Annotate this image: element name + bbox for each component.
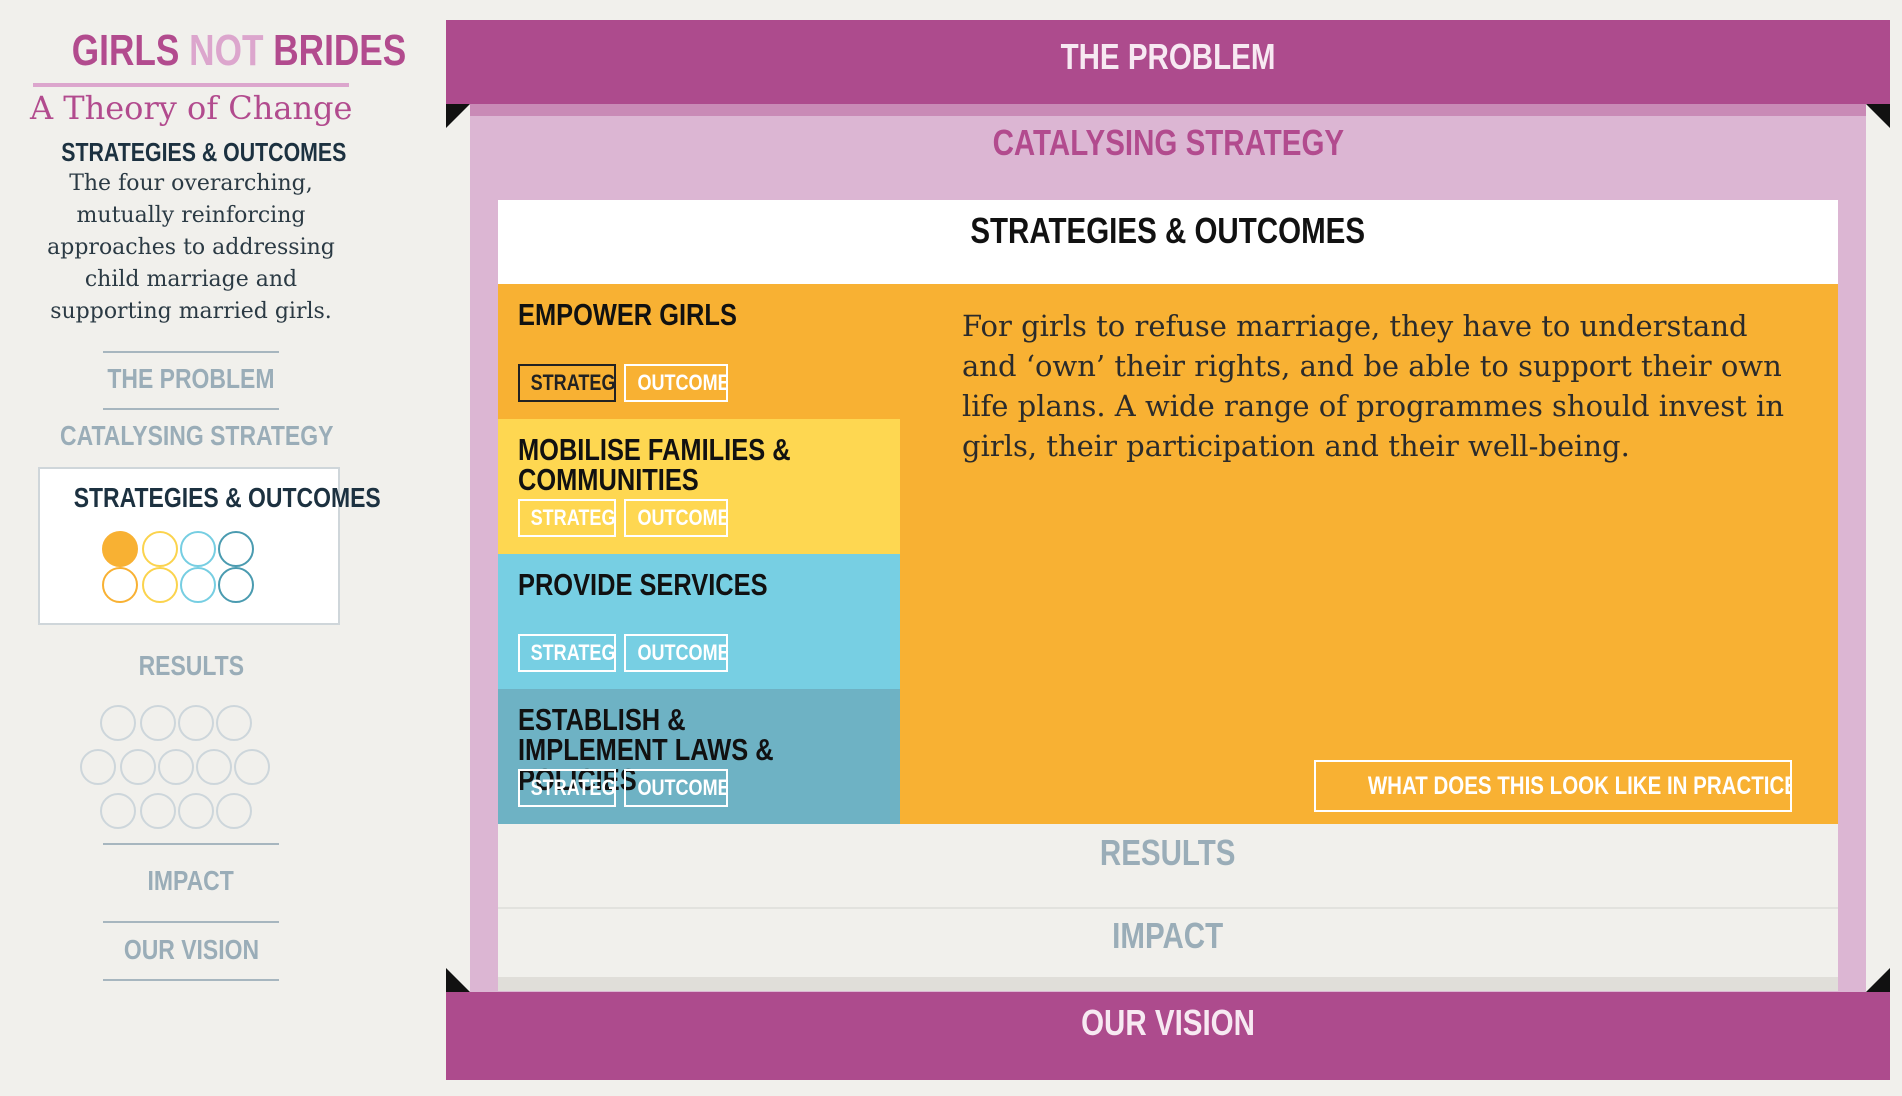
- sidebar-divider: [103, 351, 279, 353]
- sidebar-description: The four overarching, mutually reinforci…: [47, 171, 335, 324]
- strategy-title: EMPOWER GIRLS: [518, 297, 737, 332]
- fold-corner: [446, 104, 470, 128]
- sidebar-nav-the-problem[interactable]: THE PROBLEM: [30, 363, 352, 395]
- logo-girls: GIRLS: [71, 26, 180, 75]
- sidebar-divider: [103, 843, 279, 845]
- logo-not: NOT: [189, 26, 264, 75]
- result-dot[interactable]: [196, 749, 232, 785]
- fold-corner: [1866, 968, 1890, 992]
- strategy-mobilise-families[interactable]: MOBILISE FAMILIES & COMMUNITIES STRATEGY…: [498, 419, 900, 554]
- strategy-dot[interactable]: [102, 567, 138, 603]
- outcomes-tag[interactable]: OUTCOMES: [624, 499, 728, 537]
- strategy-tag[interactable]: STRATEGY: [518, 769, 616, 807]
- sidebar-nav-strategies-label: STRATEGIES & OUTCOMES: [73, 482, 381, 513]
- practice-link-button[interactable]: WHAT DOES THIS LOOK LIKE IN PRACTICE? >>: [1314, 760, 1792, 812]
- sidebar-nav-impact[interactable]: IMPACT: [30, 865, 352, 897]
- result-dot[interactable]: [120, 749, 156, 785]
- fold-corner: [446, 968, 470, 992]
- result-dot[interactable]: [216, 793, 252, 829]
- sidebar-nav-our-vision[interactable]: OUR VISION: [30, 934, 352, 966]
- logo-divider: [33, 83, 349, 87]
- strategies-outcomes-header: STRATEGIES & OUTCOMES: [498, 200, 1838, 284]
- sidebar: GIRLS NOT BRIDES A Theory of Change STRA…: [30, 0, 406, 1096]
- band-our-vision[interactable]: OUR VISION: [446, 992, 1890, 1080]
- band-shadow: [470, 104, 1866, 116]
- sidebar-divider: [103, 979, 279, 981]
- sidebar-section-heading: STRATEGIES & OUTCOMES: [61, 137, 347, 167]
- strategy-laws-policies[interactable]: ESTABLISH & IMPLEMENT LAWS & POLICIES ST…: [498, 689, 900, 824]
- result-dot[interactable]: [234, 749, 270, 785]
- strategy-empower-girls[interactable]: EMPOWER GIRLS STRATEGY OUTCOMES: [498, 284, 900, 419]
- outcomes-tag[interactable]: OUTCOMES: [624, 769, 728, 807]
- strategy-dot[interactable]: [102, 531, 138, 567]
- result-dot[interactable]: [100, 793, 136, 829]
- strategy-tag[interactable]: STRATEGY: [518, 364, 616, 402]
- logo[interactable]: GIRLS NOT BRIDES: [30, 26, 406, 76]
- band-shadow: [498, 977, 1838, 991]
- tagline: A Theory of Change: [30, 89, 353, 127]
- strategy-tag[interactable]: STRATEGY: [518, 499, 616, 537]
- strategy-tag[interactable]: STRATEGY: [518, 634, 616, 672]
- result-dot[interactable]: [216, 705, 252, 741]
- sidebar-nav-catalysing-strategy[interactable]: CATALYSING STRATEGY: [30, 420, 352, 452]
- result-dot[interactable]: [140, 793, 176, 829]
- strategy-dot[interactable]: [218, 567, 254, 603]
- result-dot[interactable]: [178, 705, 214, 741]
- strategy-dot[interactable]: [142, 531, 178, 567]
- strategy-dot[interactable]: [218, 531, 254, 567]
- band-impact[interactable]: IMPACT: [498, 909, 1838, 977]
- strategy-title: PROVIDE SERVICES: [518, 567, 768, 602]
- strategy-title: MOBILISE FAMILIES & COMMUNITIES: [518, 432, 791, 497]
- result-dot[interactable]: [140, 705, 176, 741]
- logo-brides: BRIDES: [273, 26, 407, 75]
- result-dot[interactable]: [100, 705, 136, 741]
- band-results[interactable]: RESULTS: [498, 824, 1838, 908]
- strategy-provide-services[interactable]: PROVIDE SERVICES STRATEGY OUTCOMES: [498, 554, 900, 689]
- strategy-dot[interactable]: [180, 567, 216, 603]
- outcomes-tag[interactable]: OUTCOMES: [624, 364, 728, 402]
- sidebar-divider: [103, 921, 279, 923]
- outcomes-tag[interactable]: OUTCOMES: [624, 634, 728, 672]
- strategy-dot[interactable]: [142, 567, 178, 603]
- strategy-dot[interactable]: [180, 531, 216, 567]
- sidebar-divider: [103, 408, 279, 410]
- result-dot[interactable]: [158, 749, 194, 785]
- band-the-problem[interactable]: THE PROBLEM: [446, 20, 1890, 104]
- sidebar-nav-strategies-outcomes[interactable]: STRATEGIES & OUTCOMES: [38, 467, 381, 625]
- fold-corner: [1866, 104, 1890, 128]
- band-catalysing-strategy[interactable]: CATALYSING STRATEGY: [470, 118, 1866, 198]
- sidebar-nav-results[interactable]: RESULTS: [30, 650, 352, 682]
- result-dot[interactable]: [80, 749, 116, 785]
- result-dot[interactable]: [178, 793, 214, 829]
- strategy-description: For girls to refuse marriage, they have …: [962, 309, 1784, 463]
